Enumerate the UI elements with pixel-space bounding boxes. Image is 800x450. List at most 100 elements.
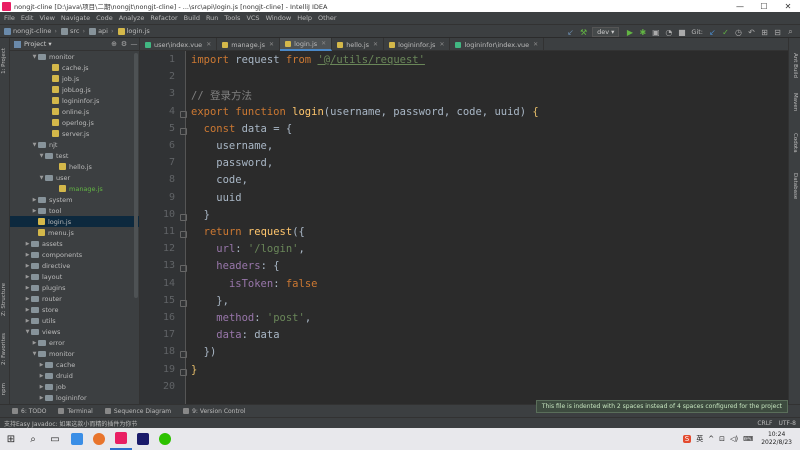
code-line[interactable]: headers: { [191, 260, 279, 272]
tray-icon[interactable]: ^ [708, 435, 714, 443]
tree-item[interactable]: ▶ job [10, 381, 139, 392]
tree-toggle-icon[interactable]: ▼ [31, 54, 38, 60]
tree-item[interactable]: ▶ utils [10, 315, 139, 326]
close-button[interactable]: ✕ [776, 2, 800, 11]
tree-item[interactable]: ▶ cache [10, 359, 139, 370]
coverage-icon[interactable]: ▣ [650, 27, 661, 38]
editor-tab[interactable]: logininfor.js ✕ [384, 38, 451, 51]
fold-marker-icon[interactable] [180, 231, 187, 238]
tree-item[interactable]: ▼ njt [10, 139, 139, 150]
tree-toggle-icon[interactable]: ▶ [24, 307, 31, 313]
tree-item[interactable]: ▼ views [10, 326, 139, 337]
run-icon[interactable]: ▶ [624, 27, 635, 38]
tree-toggle-icon[interactable]: ▶ [38, 395, 45, 401]
git-update-icon[interactable]: ↙ [707, 27, 718, 38]
menu-navigate[interactable]: Navigate [61, 14, 90, 22]
right-tool-1[interactable]: Maven [792, 93, 798, 111]
expand-all-icon[interactable]: ⊕ [109, 40, 119, 48]
close-tab-icon[interactable]: ✕ [206, 41, 211, 48]
menu-vcs[interactable]: VCS [246, 14, 259, 22]
tree-item[interactable]: logininfor.js [10, 95, 139, 106]
tree-toggle-icon[interactable]: ▼ [38, 175, 45, 181]
maximize-button[interactable]: ☐ [752, 2, 776, 11]
browser-icon[interactable] [88, 428, 110, 450]
right-tool-2[interactable]: Codota [792, 133, 798, 153]
tree-item[interactable]: ▶ store [10, 304, 139, 315]
tree-item[interactable]: hello.js [10, 161, 139, 172]
tray-icon[interactable]: ⌨ [743, 435, 753, 443]
fold-marker-icon[interactable] [180, 368, 187, 376]
tree-item[interactable]: ▶ error [10, 337, 139, 348]
windows-start-icon[interactable]: ⊞ [0, 428, 22, 450]
back-icon[interactable]: ↙ [565, 27, 576, 38]
code-line[interactable]: code, [191, 174, 248, 186]
task-view-icon[interactable]: ▭ [44, 428, 66, 450]
file-encoding[interactable]: UTF-8 [779, 420, 797, 427]
tree-toggle-icon[interactable]: ▶ [38, 362, 45, 368]
right-tool-3[interactable]: Database [792, 173, 798, 199]
project-view-select[interactable]: Project ▾ [24, 40, 52, 48]
fold-marker-icon[interactable] [180, 110, 187, 118]
tray-icon[interactable]: 英 [696, 434, 703, 444]
menu-window[interactable]: Window [266, 14, 292, 22]
code-editor[interactable]: 1 2 3 4 5 6 7 8 9 10 11 12 13 14 15 16 17 18 19 20 import r… [140, 51, 788, 404]
tree-toggle-icon[interactable]: ▶ [24, 263, 31, 269]
tree-item[interactable]: online.js [10, 106, 139, 117]
code-line[interactable]: uuid [191, 192, 241, 204]
left-tool-3[interactable]: npm [1, 383, 7, 395]
code-line[interactable]: }) [191, 346, 217, 358]
tree-item[interactable]: ▶ logininfor [10, 392, 139, 403]
left-tool-0[interactable]: 1: Project [1, 48, 7, 74]
breadcrumb-project[interactable]: nongjt-cline › [4, 27, 57, 35]
menu-build[interactable]: Build [184, 14, 200, 22]
code-line[interactable]: import request from '@/utils/request' [191, 54, 425, 66]
tree-item[interactable]: job.js [10, 73, 139, 84]
app-icon[interactable] [132, 428, 154, 450]
tree-toggle-icon[interactable]: ▶ [38, 373, 45, 379]
tree-toggle-icon[interactable]: ▶ [31, 208, 38, 214]
line-separator[interactable]: CRLF [757, 420, 772, 427]
stop-icon[interactable]: ■ [676, 27, 687, 38]
structure-icon[interactable]: ⊞ [759, 27, 770, 38]
bottom-tool-3[interactable]: 9: Version Control [183, 408, 246, 415]
close-tab-icon[interactable]: ✕ [439, 41, 444, 48]
tray-icon[interactable]: ◁) [730, 435, 738, 443]
code-line[interactable]: const data = { [191, 123, 293, 135]
bottom-tool-0[interactable]: 6: TODO [12, 408, 46, 415]
profile-icon[interactable]: ◔ [663, 27, 674, 38]
tree-item[interactable]: operlog.js [10, 117, 139, 128]
tree-item[interactable]: ▶ tool [10, 205, 139, 216]
search-icon[interactable]: ⌕ [22, 428, 44, 450]
menu-analyze[interactable]: Analyze [119, 14, 145, 22]
code-line[interactable]: } [191, 209, 210, 221]
git-commit-icon[interactable]: ✓ [720, 27, 731, 38]
tree-item[interactable]: ▼ test [10, 150, 139, 161]
menu-file[interactable]: File [4, 14, 15, 22]
tree-item[interactable]: ▶ assets [10, 238, 139, 249]
intellij-taskbar-icon[interactable] [110, 428, 132, 450]
bottom-tool-1[interactable]: Terminal [58, 408, 93, 415]
tree-item[interactable]: menu.js [10, 227, 139, 238]
tree-toggle-icon[interactable]: ▼ [24, 329, 31, 335]
sogou-ime-icon[interactable]: S [682, 435, 692, 443]
close-tab-icon[interactable]: ✕ [269, 41, 274, 48]
tree-toggle-icon[interactable]: ▼ [31, 351, 38, 357]
fold-marker-icon[interactable] [180, 127, 187, 135]
tree-toggle-icon[interactable]: ▼ [31, 142, 38, 148]
tree-toggle-icon[interactable]: ▶ [38, 384, 45, 390]
menu-edit[interactable]: Edit [21, 14, 34, 22]
left-tool-2[interactable]: 2: Favorites [1, 333, 7, 365]
menu-other[interactable]: Other [318, 14, 336, 22]
hammer-icon[interactable]: ⚒ [578, 27, 589, 38]
wechat-icon[interactable] [154, 428, 176, 450]
breadcrumb-src[interactable]: src › [60, 27, 85, 35]
breadcrumb-file[interactable]: login.js [117, 27, 150, 35]
code-line[interactable]: return request({ [191, 226, 305, 238]
close-tab-icon[interactable]: ✕ [533, 41, 538, 48]
fold-marker-icon[interactable] [180, 265, 187, 273]
code-line[interactable]: }, [191, 295, 229, 307]
menu-tools[interactable]: Tools [224, 14, 240, 22]
editor-tab[interactable]: hello.js ✕ [332, 38, 385, 51]
menu-code[interactable]: Code [96, 14, 113, 22]
tree-item[interactable]: ▼ user [10, 172, 139, 183]
